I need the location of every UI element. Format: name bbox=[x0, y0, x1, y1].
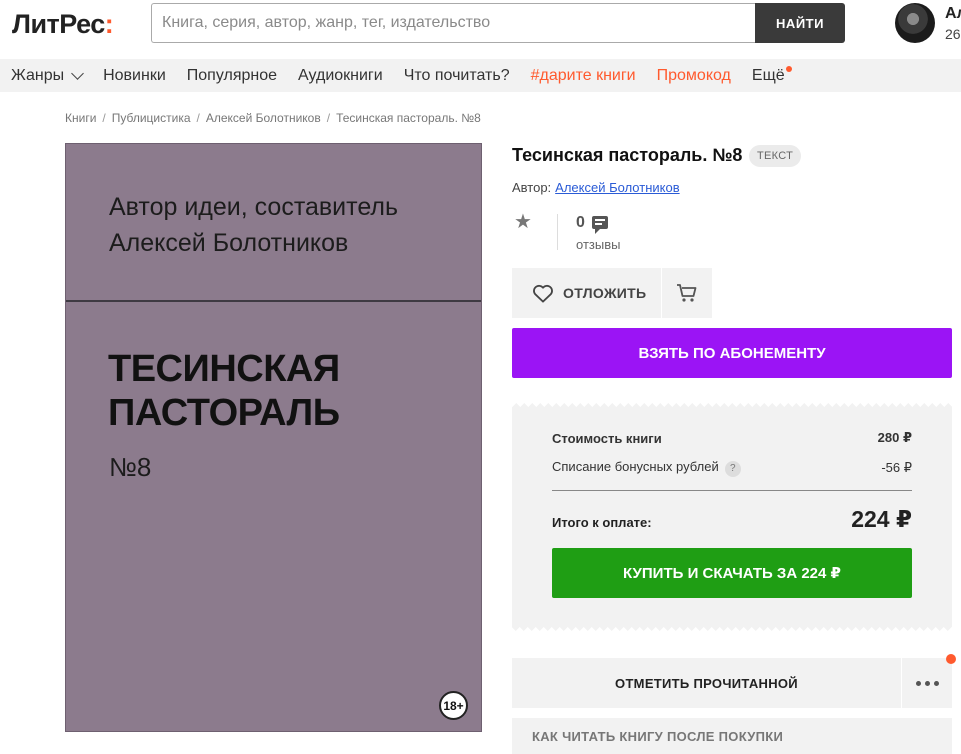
bonus-label: Списание бонусных рублей bbox=[552, 459, 719, 474]
logo-text: ЛитРес bbox=[12, 9, 105, 39]
total-label: Итого к оплате: bbox=[552, 515, 652, 530]
book-title: Тесинская пастораль. №8 bbox=[512, 145, 743, 165]
heart-icon bbox=[533, 284, 553, 303]
cover-title: ТЕСИНСКАЯ ПАСТОРАЛЬ bbox=[108, 347, 340, 435]
help-icon[interactable]: ? bbox=[724, 460, 741, 477]
nav-genres[interactable]: Жанры bbox=[11, 66, 84, 85]
nav-new[interactable]: Новинки bbox=[103, 67, 166, 85]
cart-icon bbox=[677, 284, 697, 302]
cover-title-line2: ПАСТОРАЛЬ bbox=[108, 392, 340, 434]
bonus-row: Списание бонусных рублей? -56 ₽ bbox=[552, 459, 912, 477]
cover-author-line1: Автор идеи, составитель bbox=[109, 193, 399, 221]
breadcrumb-books[interactable]: Книги bbox=[65, 111, 96, 125]
search-button[interactable]: НАЙТИ bbox=[755, 3, 845, 43]
price-box: Стоимость книги 280 ₽ Списание бонусных … bbox=[512, 403, 952, 631]
book-cover[interactable]: Автор идеи, составитель Алексей Болотник… bbox=[65, 143, 482, 732]
rating-divider bbox=[557, 214, 558, 250]
breadcrumb-separator: / bbox=[326, 111, 331, 125]
comment-icon[interactable] bbox=[592, 216, 608, 234]
postpone-label: ОТЛОЖИТЬ bbox=[563, 285, 647, 301]
book-cost-label: Стоимость книги bbox=[552, 430, 662, 446]
author-label: Автор: bbox=[512, 180, 552, 195]
mark-read-button[interactable]: ОТМЕТИТЬ ПРОЧИТАННОЙ bbox=[512, 658, 901, 708]
user-avatar[interactable] bbox=[895, 3, 935, 43]
nav-popular[interactable]: Популярное bbox=[187, 67, 277, 85]
search-box bbox=[151, 3, 756, 43]
notification-dot bbox=[946, 654, 956, 664]
bonus-label-wrap: Списание бонусных рублей? bbox=[552, 459, 741, 477]
more-options-button[interactable] bbox=[902, 658, 952, 708]
zigzag-edge bbox=[512, 625, 952, 631]
author-line: Автор: Алексей Болотников bbox=[512, 180, 680, 195]
age-rating-badge: 18+ bbox=[439, 691, 468, 720]
how-to-read-link[interactable]: КАК ЧИТАТЬ КНИГУ ПОСЛЕ ПОКУПКИ bbox=[512, 718, 952, 754]
notification-dot bbox=[785, 65, 792, 72]
cover-author: Автор идеи, составитель Алексей Болотник… bbox=[109, 189, 398, 261]
nav-more-label: Ещё bbox=[751, 66, 785, 84]
nav-audiobooks[interactable]: Аудиокниги bbox=[298, 67, 383, 85]
zigzag-edge bbox=[512, 403, 952, 409]
reviews-label[interactable]: отзывы bbox=[576, 237, 620, 252]
logo-accent: : bbox=[104, 9, 114, 39]
main-nav: Жанры Новинки Популярное Аудиокниги Что … bbox=[0, 59, 961, 92]
cover-author-line2: Алексей Болотников bbox=[109, 229, 349, 257]
price-divider bbox=[552, 490, 912, 491]
subscription-button[interactable]: ВЗЯТЬ ПО АБОНЕМЕНТУ bbox=[512, 328, 952, 378]
star-icon[interactable]: ★ bbox=[514, 212, 532, 232]
site-header: ЛитРес: НАЙТИ Ал 26 bbox=[0, 0, 961, 60]
nav-what-to-read[interactable]: Что почитать? bbox=[404, 67, 510, 85]
nav-genres-label: Жанры bbox=[11, 66, 65, 84]
postpone-button[interactable]: ОТЛОЖИТЬ bbox=[512, 268, 661, 318]
breadcrumb-author[interactable]: Алексей Болотников bbox=[206, 111, 321, 125]
breadcrumb-separator: / bbox=[196, 111, 200, 125]
format-badge: ТЕКСТ bbox=[749, 145, 802, 167]
book-cost-value: 280 ₽ bbox=[877, 430, 912, 445]
nav-promocode[interactable]: Промокод bbox=[657, 67, 731, 85]
cover-number: №8 bbox=[109, 452, 152, 482]
breadcrumb-separator: / bbox=[102, 111, 106, 125]
total-value: 224 ₽ bbox=[851, 506, 912, 532]
chevron-down-icon bbox=[71, 66, 84, 80]
user-name[interactable]: Ал bbox=[945, 5, 961, 23]
nav-gift-books[interactable]: #дарите книги bbox=[531, 67, 636, 85]
reviews-count[interactable]: 0 bbox=[576, 214, 585, 232]
bonus-value: -56 ₽ bbox=[881, 459, 912, 475]
cover-divider bbox=[66, 300, 481, 302]
user-balance: 26 bbox=[945, 26, 961, 42]
nav-more[interactable]: Ещё bbox=[751, 65, 792, 85]
book-cost-row: Стоимость книги 280 ₽ bbox=[552, 430, 912, 446]
author-link[interactable]: Алексей Болотников bbox=[555, 180, 679, 195]
litres-logo[interactable]: ЛитРес: bbox=[12, 9, 114, 40]
breadcrumb-current: Тесинская пастораль. №8 bbox=[336, 111, 481, 125]
search-input[interactable] bbox=[152, 4, 756, 42]
cover-title-line1: ТЕСИНСКАЯ bbox=[108, 348, 340, 390]
breadcrumb-journalism[interactable]: Публицистика bbox=[112, 111, 191, 125]
buy-button[interactable]: КУПИТЬ И СКАЧАТЬ ЗА 224 ₽ bbox=[552, 548, 912, 598]
add-to-cart-button[interactable] bbox=[662, 268, 712, 318]
breadcrumb: Книги / Публицистика / Алексей Болотников / Те… bbox=[65, 111, 481, 125]
